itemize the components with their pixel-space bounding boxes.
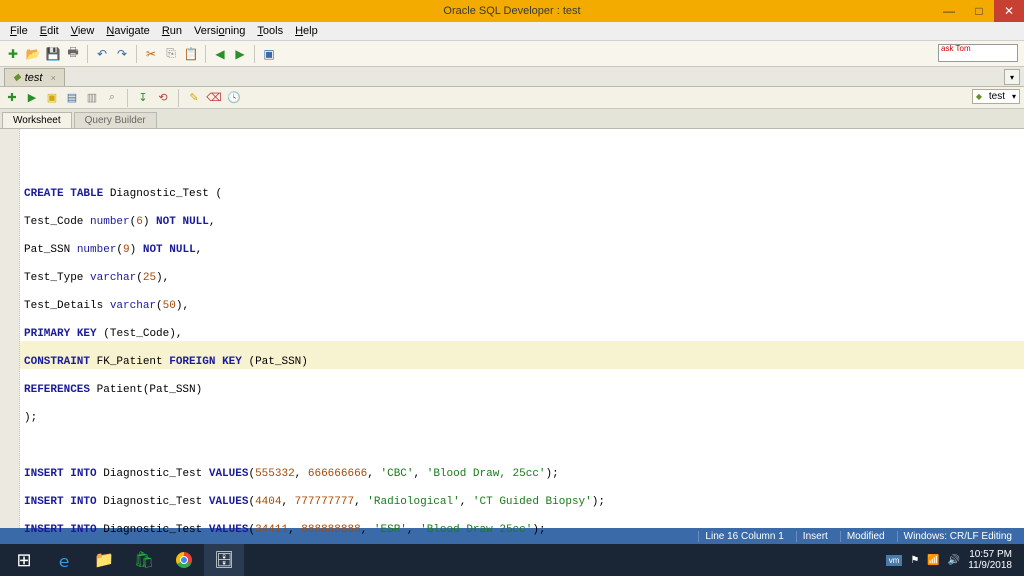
taskbar-ie-icon[interactable]: ｅ bbox=[44, 544, 84, 576]
separator bbox=[136, 45, 137, 63]
sql-editor[interactable]: -CREATE TABLE Diagnostic_Test ( Test_Cod… bbox=[20, 129, 1024, 540]
close-tab-icon[interactable]: × bbox=[50, 73, 55, 83]
titlebar: Oracle SQL Developer : test — □ ✕ bbox=[0, 0, 1024, 22]
history-icon[interactable]: 🕓 bbox=[226, 90, 242, 106]
system-tray: vm ⚑ 📶 🔊 10:57 PM 11/9/2018 bbox=[886, 549, 1020, 571]
taskbar-clock[interactable]: 10:57 PM 11/9/2018 bbox=[968, 549, 1012, 571]
connection-tab-label: test bbox=[25, 72, 43, 84]
taskbar-explorer-icon[interactable]: 📁 bbox=[84, 544, 124, 576]
tray-flag-icon[interactable]: ⚑ bbox=[910, 555, 919, 566]
open-icon[interactable]: 📂 bbox=[24, 45, 42, 63]
cut-icon[interactable]: ✂ bbox=[142, 45, 160, 63]
menu-help[interactable]: Help bbox=[289, 23, 324, 39]
copy-icon[interactable]: ⎘ bbox=[162, 45, 180, 63]
menu-navigate[interactable]: Navigate bbox=[100, 23, 155, 39]
separator bbox=[254, 45, 255, 63]
add-icon[interactable]: ✚ bbox=[4, 90, 20, 106]
run-statement-icon[interactable]: ▶ bbox=[24, 90, 40, 106]
sql-tune-icon[interactable]: ⌕ bbox=[104, 90, 120, 106]
tab-query-builder[interactable]: Query Builder bbox=[74, 112, 157, 128]
taskbar-sqldeveloper-icon[interactable]: 🗄 bbox=[204, 544, 244, 576]
worksheet-toolbar: ✚ ▶ ▣ ▤ ▥ ⌕ ↧ ⟲ ✎ ⌫ 🕓 test bbox=[0, 87, 1024, 109]
menu-view[interactable]: View bbox=[65, 23, 101, 39]
connection-tabstrip: ◆ test × ▾ bbox=[0, 67, 1024, 87]
menu-tools[interactable]: Tools bbox=[251, 23, 289, 39]
unshared-icon[interactable]: ✎ bbox=[186, 90, 202, 106]
back-icon[interactable]: ◀ bbox=[211, 45, 229, 63]
tray-network-icon[interactable]: 📶 bbox=[927, 555, 939, 566]
save-icon[interactable]: 💾 bbox=[44, 45, 62, 63]
window-buttons: — □ ✕ bbox=[934, 0, 1024, 22]
code-content: -CREATE TABLE Diagnostic_Test ( Test_Cod… bbox=[24, 173, 1020, 540]
taskbar-store-icon[interactable]: 🛍 bbox=[124, 544, 164, 576]
connection-tab-test[interactable]: ◆ test × bbox=[4, 68, 65, 86]
connection-dropdown[interactable]: test bbox=[972, 89, 1020, 104]
main-toolbar: ✚ 📂 💾 🖶 ↶ ↷ ✂ ⎘ 📋 ◀ ▶ ▣ ask Tom bbox=[0, 41, 1024, 67]
minimize-button[interactable]: — bbox=[934, 0, 964, 22]
redo-icon[interactable]: ↷ bbox=[113, 45, 131, 63]
maximize-button[interactable]: □ bbox=[964, 0, 994, 22]
clear-icon[interactable]: ⌫ bbox=[206, 90, 222, 106]
worksheet-icon: ◆ bbox=[13, 72, 21, 83]
autotrace-icon[interactable]: ▥ bbox=[84, 90, 100, 106]
taskbar-chrome-icon[interactable] bbox=[164, 544, 204, 576]
close-button[interactable]: ✕ bbox=[994, 0, 1024, 22]
tray-volume-icon[interactable]: 🔊 bbox=[948, 555, 960, 566]
new-icon[interactable]: ✚ bbox=[4, 45, 22, 63]
run-script-icon[interactable]: ▣ bbox=[44, 90, 60, 106]
window-title: Oracle SQL Developer : test bbox=[443, 5, 580, 17]
editor-area: -CREATE TABLE Diagnostic_Test ( Test_Cod… bbox=[0, 129, 1024, 540]
menubar: File Edit View Navigate Run Versioning T… bbox=[0, 22, 1024, 41]
fwd-icon[interactable]: ▶ bbox=[231, 45, 249, 63]
undo-icon[interactable]: ↶ bbox=[93, 45, 111, 63]
menu-run[interactable]: Run bbox=[156, 23, 188, 39]
worksheet-tabs: Worksheet Query Builder bbox=[0, 109, 1024, 129]
tray-vm-icon[interactable]: vm bbox=[886, 555, 903, 566]
separator bbox=[127, 89, 128, 107]
tab-worksheet[interactable]: Worksheet bbox=[2, 112, 72, 128]
paste-icon[interactable]: 📋 bbox=[182, 45, 200, 63]
tablist-dropdown-icon[interactable]: ▾ bbox=[1004, 69, 1020, 85]
windows-taskbar: ⊞ ｅ 📁 🛍 🗄 vm ⚑ 📶 🔊 10:57 PM 11/9/2018 bbox=[0, 544, 1024, 576]
explain-plan-icon[interactable]: ▤ bbox=[64, 90, 80, 106]
separator bbox=[87, 45, 88, 63]
rollback-icon[interactable]: ⟲ bbox=[155, 90, 171, 106]
editor-gutter bbox=[0, 129, 20, 540]
sql-icon[interactable]: ▣ bbox=[260, 45, 278, 63]
menu-versioning[interactable]: Versioning bbox=[188, 23, 251, 39]
menu-file[interactable]: File bbox=[4, 23, 34, 39]
print-icon[interactable]: 🖶 bbox=[64, 45, 82, 63]
commit-icon[interactable]: ↧ bbox=[135, 90, 151, 106]
separator bbox=[205, 45, 206, 63]
ask-tom-box[interactable]: ask Tom bbox=[938, 44, 1018, 62]
separator bbox=[178, 89, 179, 107]
start-button[interactable]: ⊞ bbox=[4, 544, 44, 576]
menu-edit[interactable]: Edit bbox=[34, 23, 65, 39]
